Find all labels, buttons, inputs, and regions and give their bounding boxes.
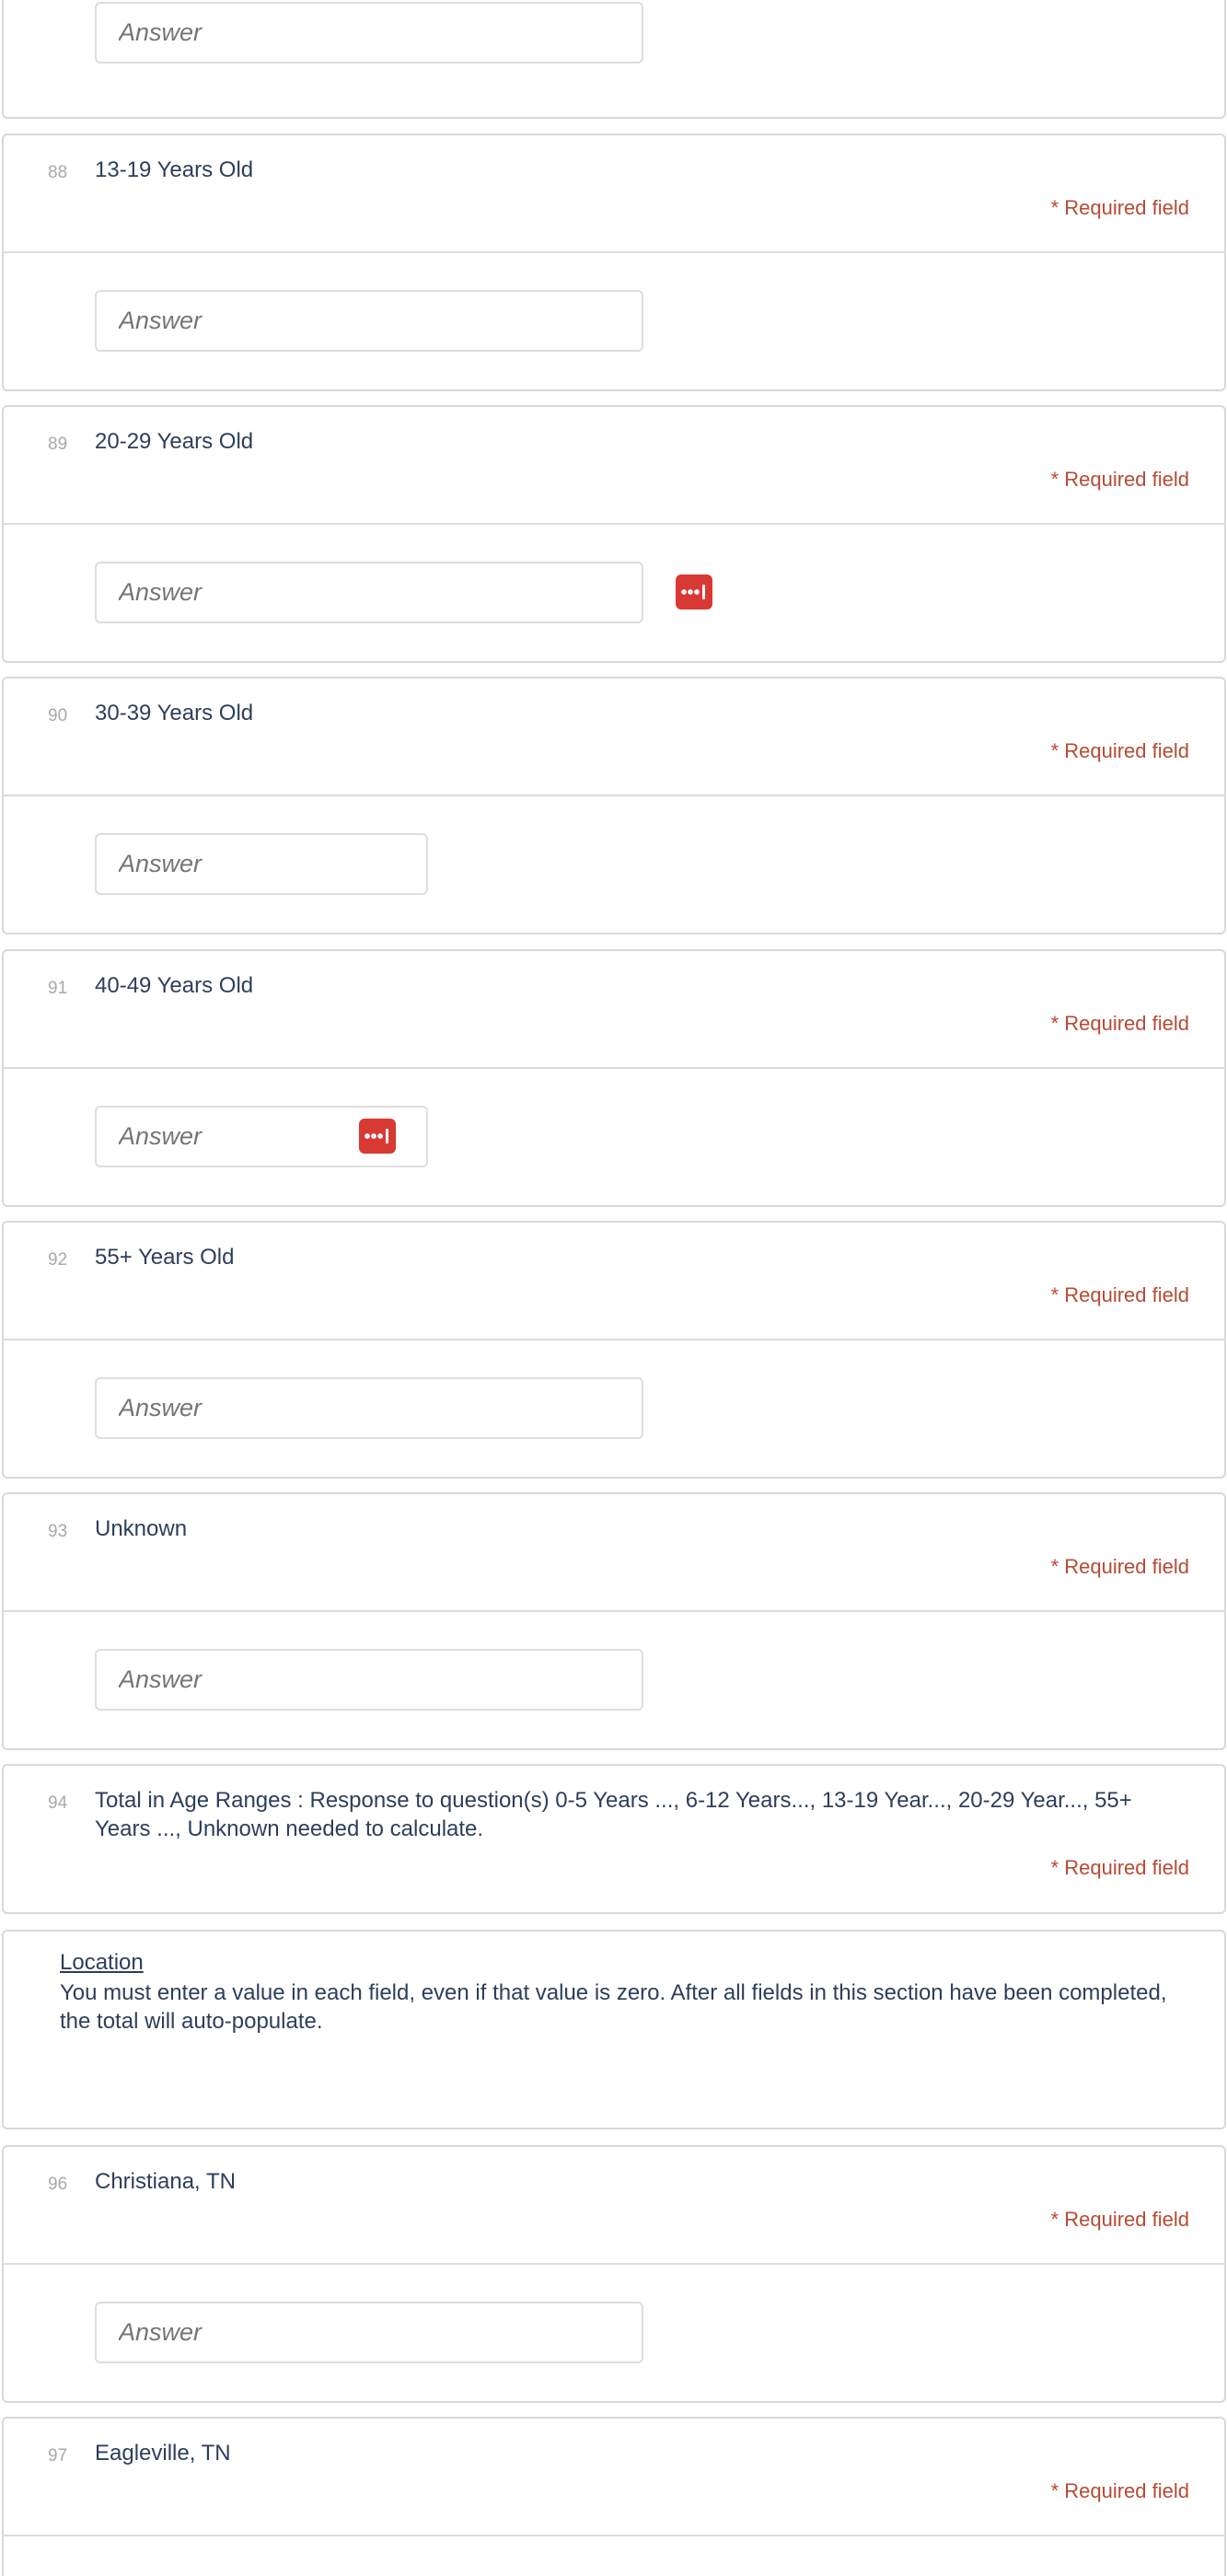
answer-input[interactable] xyxy=(95,290,643,352)
required-indicator: * Required field xyxy=(1050,468,1189,491)
question-label: 13-19 Years Old xyxy=(95,157,254,182)
answer-area xyxy=(4,525,1224,661)
question-label: 20-29 Years Old xyxy=(95,429,254,454)
question-header: 96 Christiana, TN * Required field xyxy=(4,2147,1224,2265)
question-card-96: 96 Christiana, TN * Required field xyxy=(2,2145,1226,2403)
section-title: Location xyxy=(60,1950,144,1975)
question-header: 97 Eagleville, TN * Required field xyxy=(4,2419,1224,2536)
question-card-97: 97 Eagleville, TN * Required field xyxy=(2,2417,1226,2576)
required-indicator: * Required field xyxy=(1050,739,1189,762)
form-page: 88 13-19 Years Old * Required field 89 2… xyxy=(0,0,1227,2576)
question-header: 92 55+ Years Old * Required field xyxy=(4,1223,1224,1340)
question-card-88: 88 13-19 Years Old * Required field xyxy=(2,133,1226,391)
question-number: 92 xyxy=(48,1250,68,1270)
answer-area xyxy=(4,1612,1224,1748)
question-label: Christiana, TN xyxy=(95,2169,236,2194)
question-header: 89 20-29 Years Old * Required field xyxy=(4,407,1224,525)
required-indicator: * Required field xyxy=(1050,1856,1189,1879)
question-number: 94 xyxy=(48,1793,68,1813)
section-header-location: Location You must enter a value in each … xyxy=(2,1930,1226,2129)
question-label: Eagleville, TN xyxy=(95,2441,231,2466)
answer-area xyxy=(4,2265,1224,2401)
answer-input[interactable] xyxy=(95,2,643,64)
answer-input[interactable] xyxy=(95,833,428,895)
required-indicator: * Required field xyxy=(1050,1283,1189,1306)
answer-area xyxy=(4,796,1224,933)
question-number: 96 xyxy=(48,2175,68,2194)
question-number: 90 xyxy=(48,706,68,725)
required-indicator: * Required field xyxy=(1050,2479,1189,2502)
question-number: 97 xyxy=(48,2446,68,2466)
question-header: 93 Unknown * Required field xyxy=(4,1494,1224,1612)
section-instructions: You must enter a value in each field, ev… xyxy=(60,1980,1167,2034)
question-label: Total in Age Ranges : Response to questi… xyxy=(95,1788,1132,1841)
answer-area xyxy=(4,253,1224,389)
question-label: 40-49 Years Old xyxy=(95,973,254,998)
question-number: 93 xyxy=(48,1522,68,1541)
question-number: 89 xyxy=(48,435,68,454)
question-header: 88 13-19 Years Old * Required field xyxy=(4,135,1224,253)
required-indicator: * Required field xyxy=(1050,1012,1189,1035)
question-label: 30-39 Years Old xyxy=(95,701,254,725)
question-number: 91 xyxy=(48,979,68,998)
question-header: 91 40-49 Years Old * Required field xyxy=(4,951,1224,1069)
answer-input[interactable] xyxy=(95,2302,643,2363)
answer-area xyxy=(4,0,1224,121)
question-card-94: 94 Total in Age Ranges : Response to que… xyxy=(2,1764,1226,1914)
question-label: 55+ Years Old xyxy=(95,1245,235,1270)
answer-area xyxy=(4,1340,1224,1477)
required-indicator: * Required field xyxy=(1050,1555,1189,1578)
password-manager-icon[interactable] xyxy=(359,1119,396,1154)
question-card-90: 90 30-39 Years Old * Required field xyxy=(2,677,1226,934)
required-indicator: * Required field xyxy=(1050,2208,1189,2231)
password-manager-icon[interactable] xyxy=(676,574,712,609)
question-card-91: 91 40-49 Years Old * Required field xyxy=(2,949,1226,1207)
answer-input[interactable] xyxy=(95,562,643,623)
question-header: 90 30-39 Years Old * Required field xyxy=(4,679,1224,796)
question-card-93: 93 Unknown * Required field xyxy=(2,1492,1226,1750)
answer-input[interactable] xyxy=(95,1649,643,1711)
answer-input[interactable] xyxy=(95,1377,643,1439)
question-card-partial xyxy=(2,0,1226,119)
required-indicator: * Required field xyxy=(1050,196,1189,219)
question-card-92: 92 55+ Years Old * Required field xyxy=(2,1221,1226,1479)
answer-area xyxy=(4,1069,1224,1205)
question-card-89: 89 20-29 Years Old * Required field xyxy=(2,405,1226,663)
question-number: 88 xyxy=(48,163,68,182)
question-label: Unknown xyxy=(95,1516,188,1541)
